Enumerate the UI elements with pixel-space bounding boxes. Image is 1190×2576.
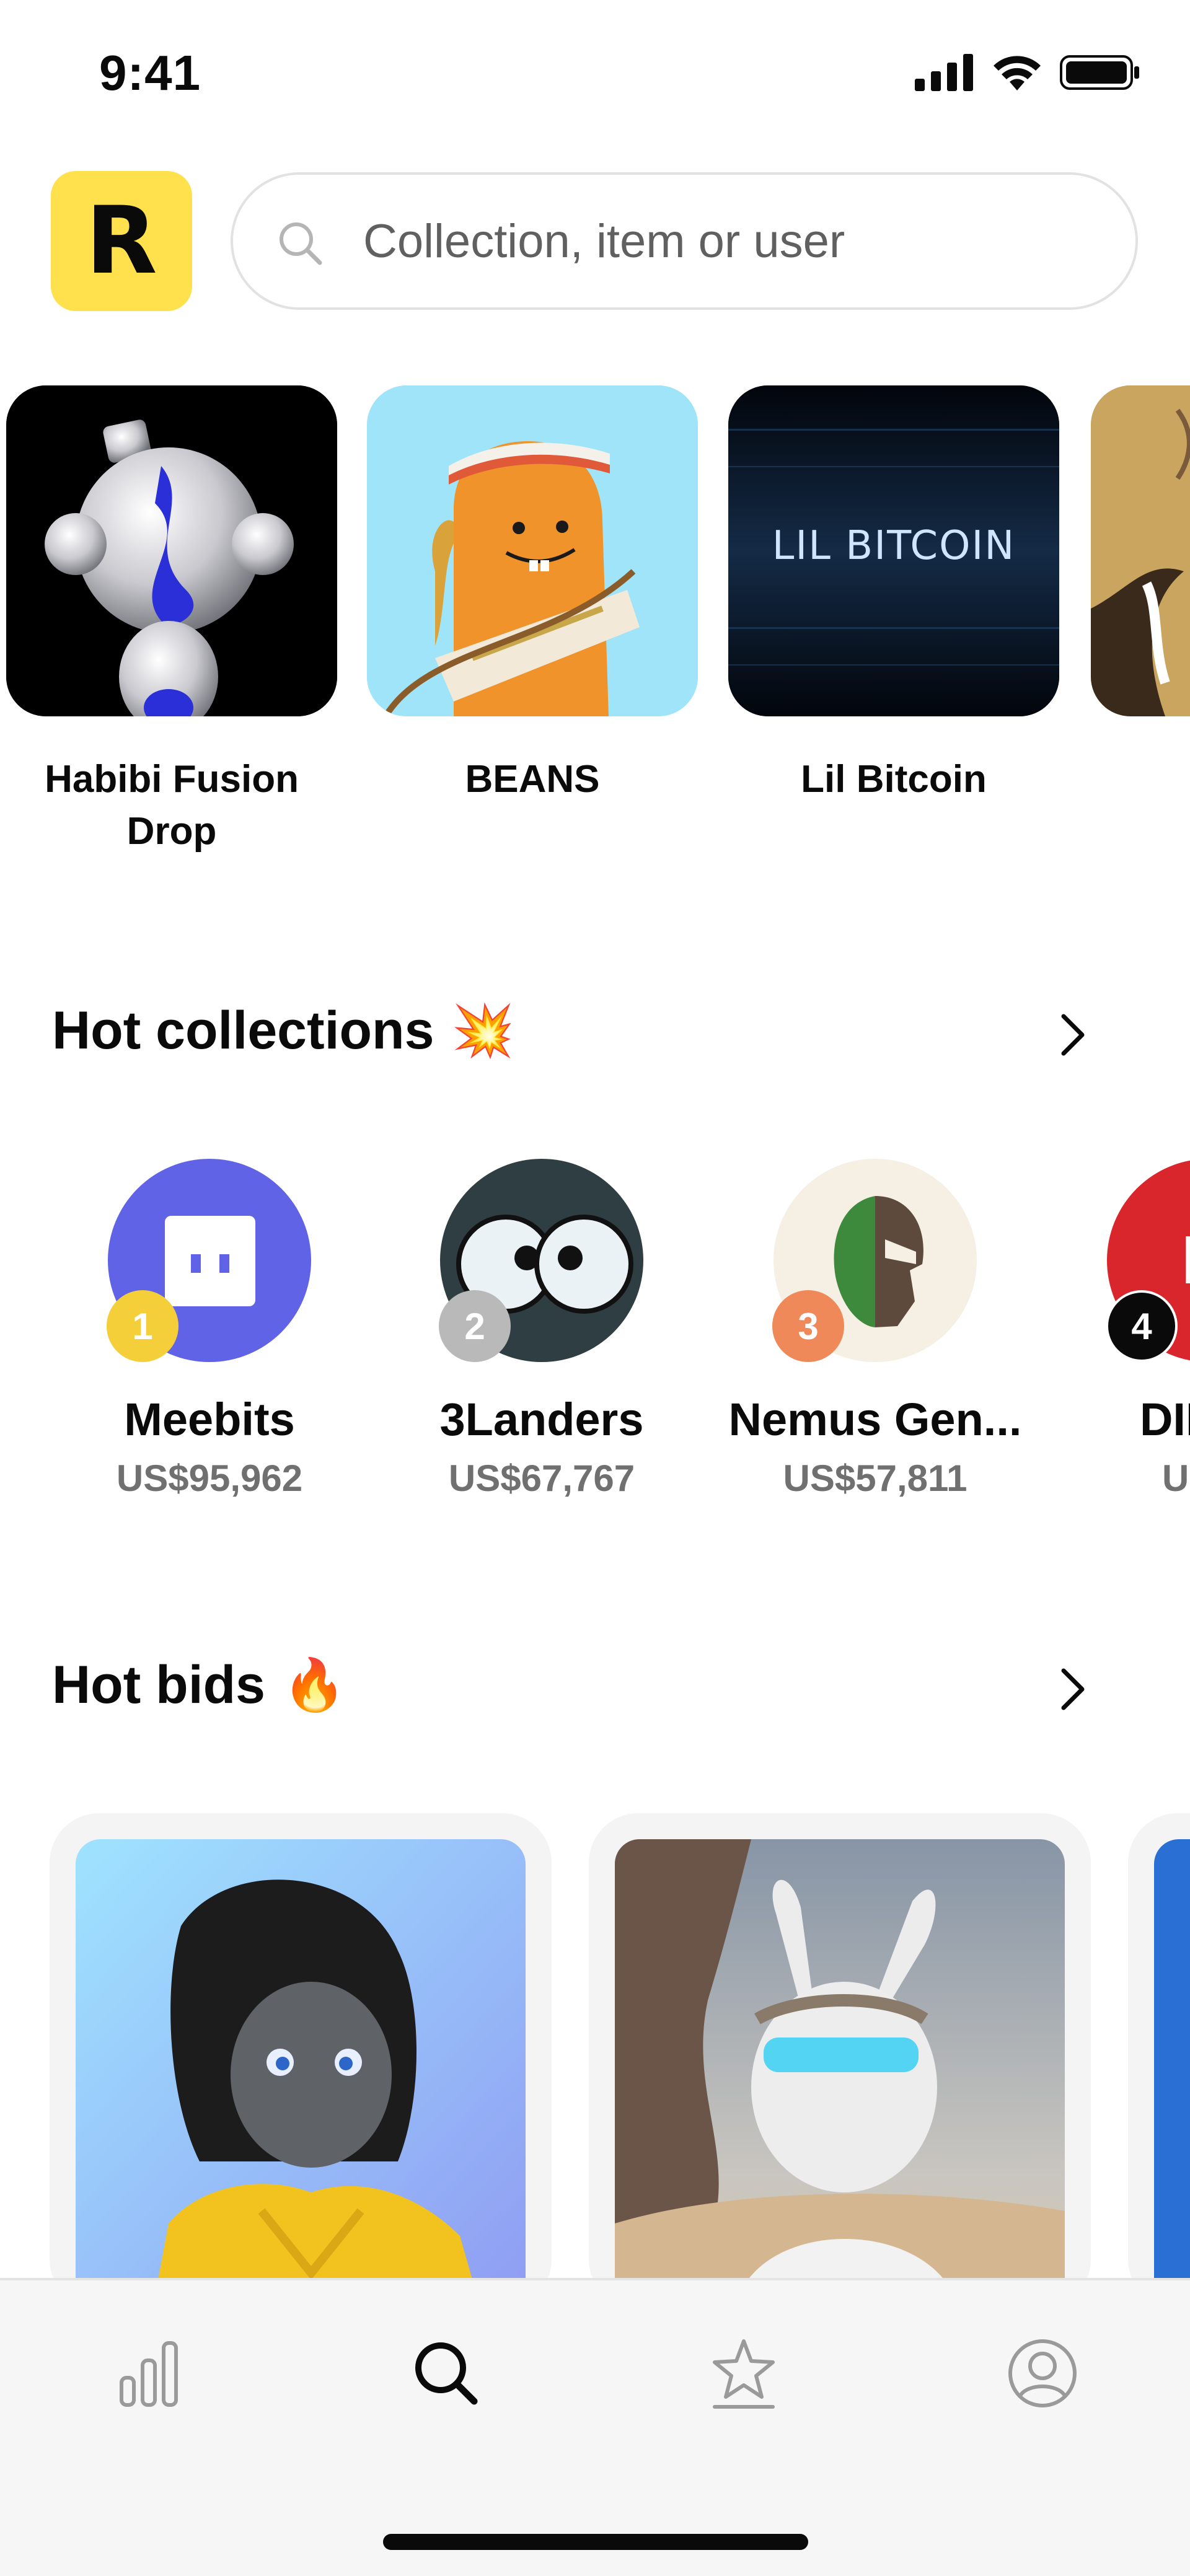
collection-item[interactable]: DI 4 DIESE US$4 [1041,1159,1190,1500]
bid-image [615,1839,1065,2279]
collection-avatar: 1 [107,1159,311,1362]
collection-price: US$4 [1161,1457,1190,1499]
tab-profile[interactable] [993,2324,1092,2423]
collision-emoji-icon: 💥 [451,1002,515,1059]
cellular-signal-icon [915,54,973,91]
collection-avatar: 3 [772,1159,977,1362]
bid-card[interactable] [50,1813,552,2279]
hot-bids-list [0,1813,1190,2279]
featured-image [367,385,698,716]
hot-bids-chevron-right-icon[interactable] [1047,1664,1097,1714]
hot-collections-list: 1 Meebits US$95,962 2 3Landers US$67,767… [0,1159,1190,1506]
featured-card[interactable]: BEANS [367,385,698,806]
featured-card[interactable] [1091,385,1190,716]
hot-collections-title: Hot collections 💥 [52,1000,515,1062]
app-logo[interactable]: R [51,171,192,311]
wifi-icon [994,56,1041,90]
featured-image [1091,385,1190,716]
rank-badge: 3 [772,1290,844,1362]
tab-favorites[interactable] [694,2324,793,2423]
hot-bids-title: Hot bids 🔥 [52,1655,346,1716]
bid-image [76,1839,526,2279]
rank-badge: 2 [439,1290,511,1362]
featured-image-text: LIL BITCOIN [772,523,1016,569]
rank-badge: 1 [107,1290,178,1362]
hot-collections-label: Hot collections [52,1001,434,1060]
featured-name: BEANS [465,758,600,801]
collection-price: US$67,767 [448,1457,635,1499]
search-input[interactable] [363,175,1107,307]
hot-collections-chevron-right-icon[interactable] [1047,1010,1097,1060]
featured-image: LIL BITCOIN [728,385,1059,716]
search-box[interactable] [231,172,1138,310]
search-icon [415,2342,478,2405]
featured-card[interactable]: Habibi Fusion Drop [6,385,337,858]
rank-badge: 4 [1106,1290,1178,1362]
featured-name: Habibi Fusion Drop [45,758,299,853]
collection-item[interactable]: 2 3Landers US$67,767 [374,1159,709,1500]
tab-stats[interactable] [99,2324,198,2423]
tab-bar [0,2278,1190,2576]
status-icons [915,53,1140,92]
bid-card[interactable] [1128,1813,1190,2279]
stats-icon [120,2341,178,2407]
featured-card[interactable]: LIL BITCOIN Lil Bitcoin [728,385,1059,806]
collection-name: Nemus Gen... [728,1394,1022,1445]
star-icon [713,2339,775,2409]
tab-search[interactable] [397,2324,496,2423]
featured-name: Lil Bitcoin [801,758,987,801]
bid-card[interactable] [589,1813,1091,2279]
collection-avatar: DI 4 [1106,1159,1190,1362]
collection-item[interactable]: 3 Nemus Gen... US$57,811 [708,1159,1042,1500]
fire-emoji-icon: 🔥 [282,1656,346,1713]
featured-image [6,385,337,716]
collection-name: DIESE [1139,1394,1190,1445]
status-time: 9:41 [99,45,201,100]
collection-avatar: 2 [439,1159,643,1362]
header: R [0,167,1190,316]
hot-bids-label: Hot bids [52,1655,265,1715]
profile-icon [1008,2339,1077,2407]
logo-letter: R [86,187,157,295]
featured-carousel: Habibi Fusion Drop BEANS LIL BITCOIN Lil… [0,385,1190,881]
bid-image [1154,1839,1190,2279]
collection-price: US$57,811 [783,1457,967,1499]
search-icon [280,222,322,265]
collection-price: US$95,962 [116,1457,303,1499]
home-indicator [383,2534,808,2550]
collection-item[interactable]: 1 Meebits US$95,962 [42,1159,377,1500]
collection-name: Meebits [124,1394,295,1445]
battery-icon [1060,55,1139,90]
status-bar: 9:41 [0,0,1190,149]
collection-name: 3Landers [439,1394,644,1445]
